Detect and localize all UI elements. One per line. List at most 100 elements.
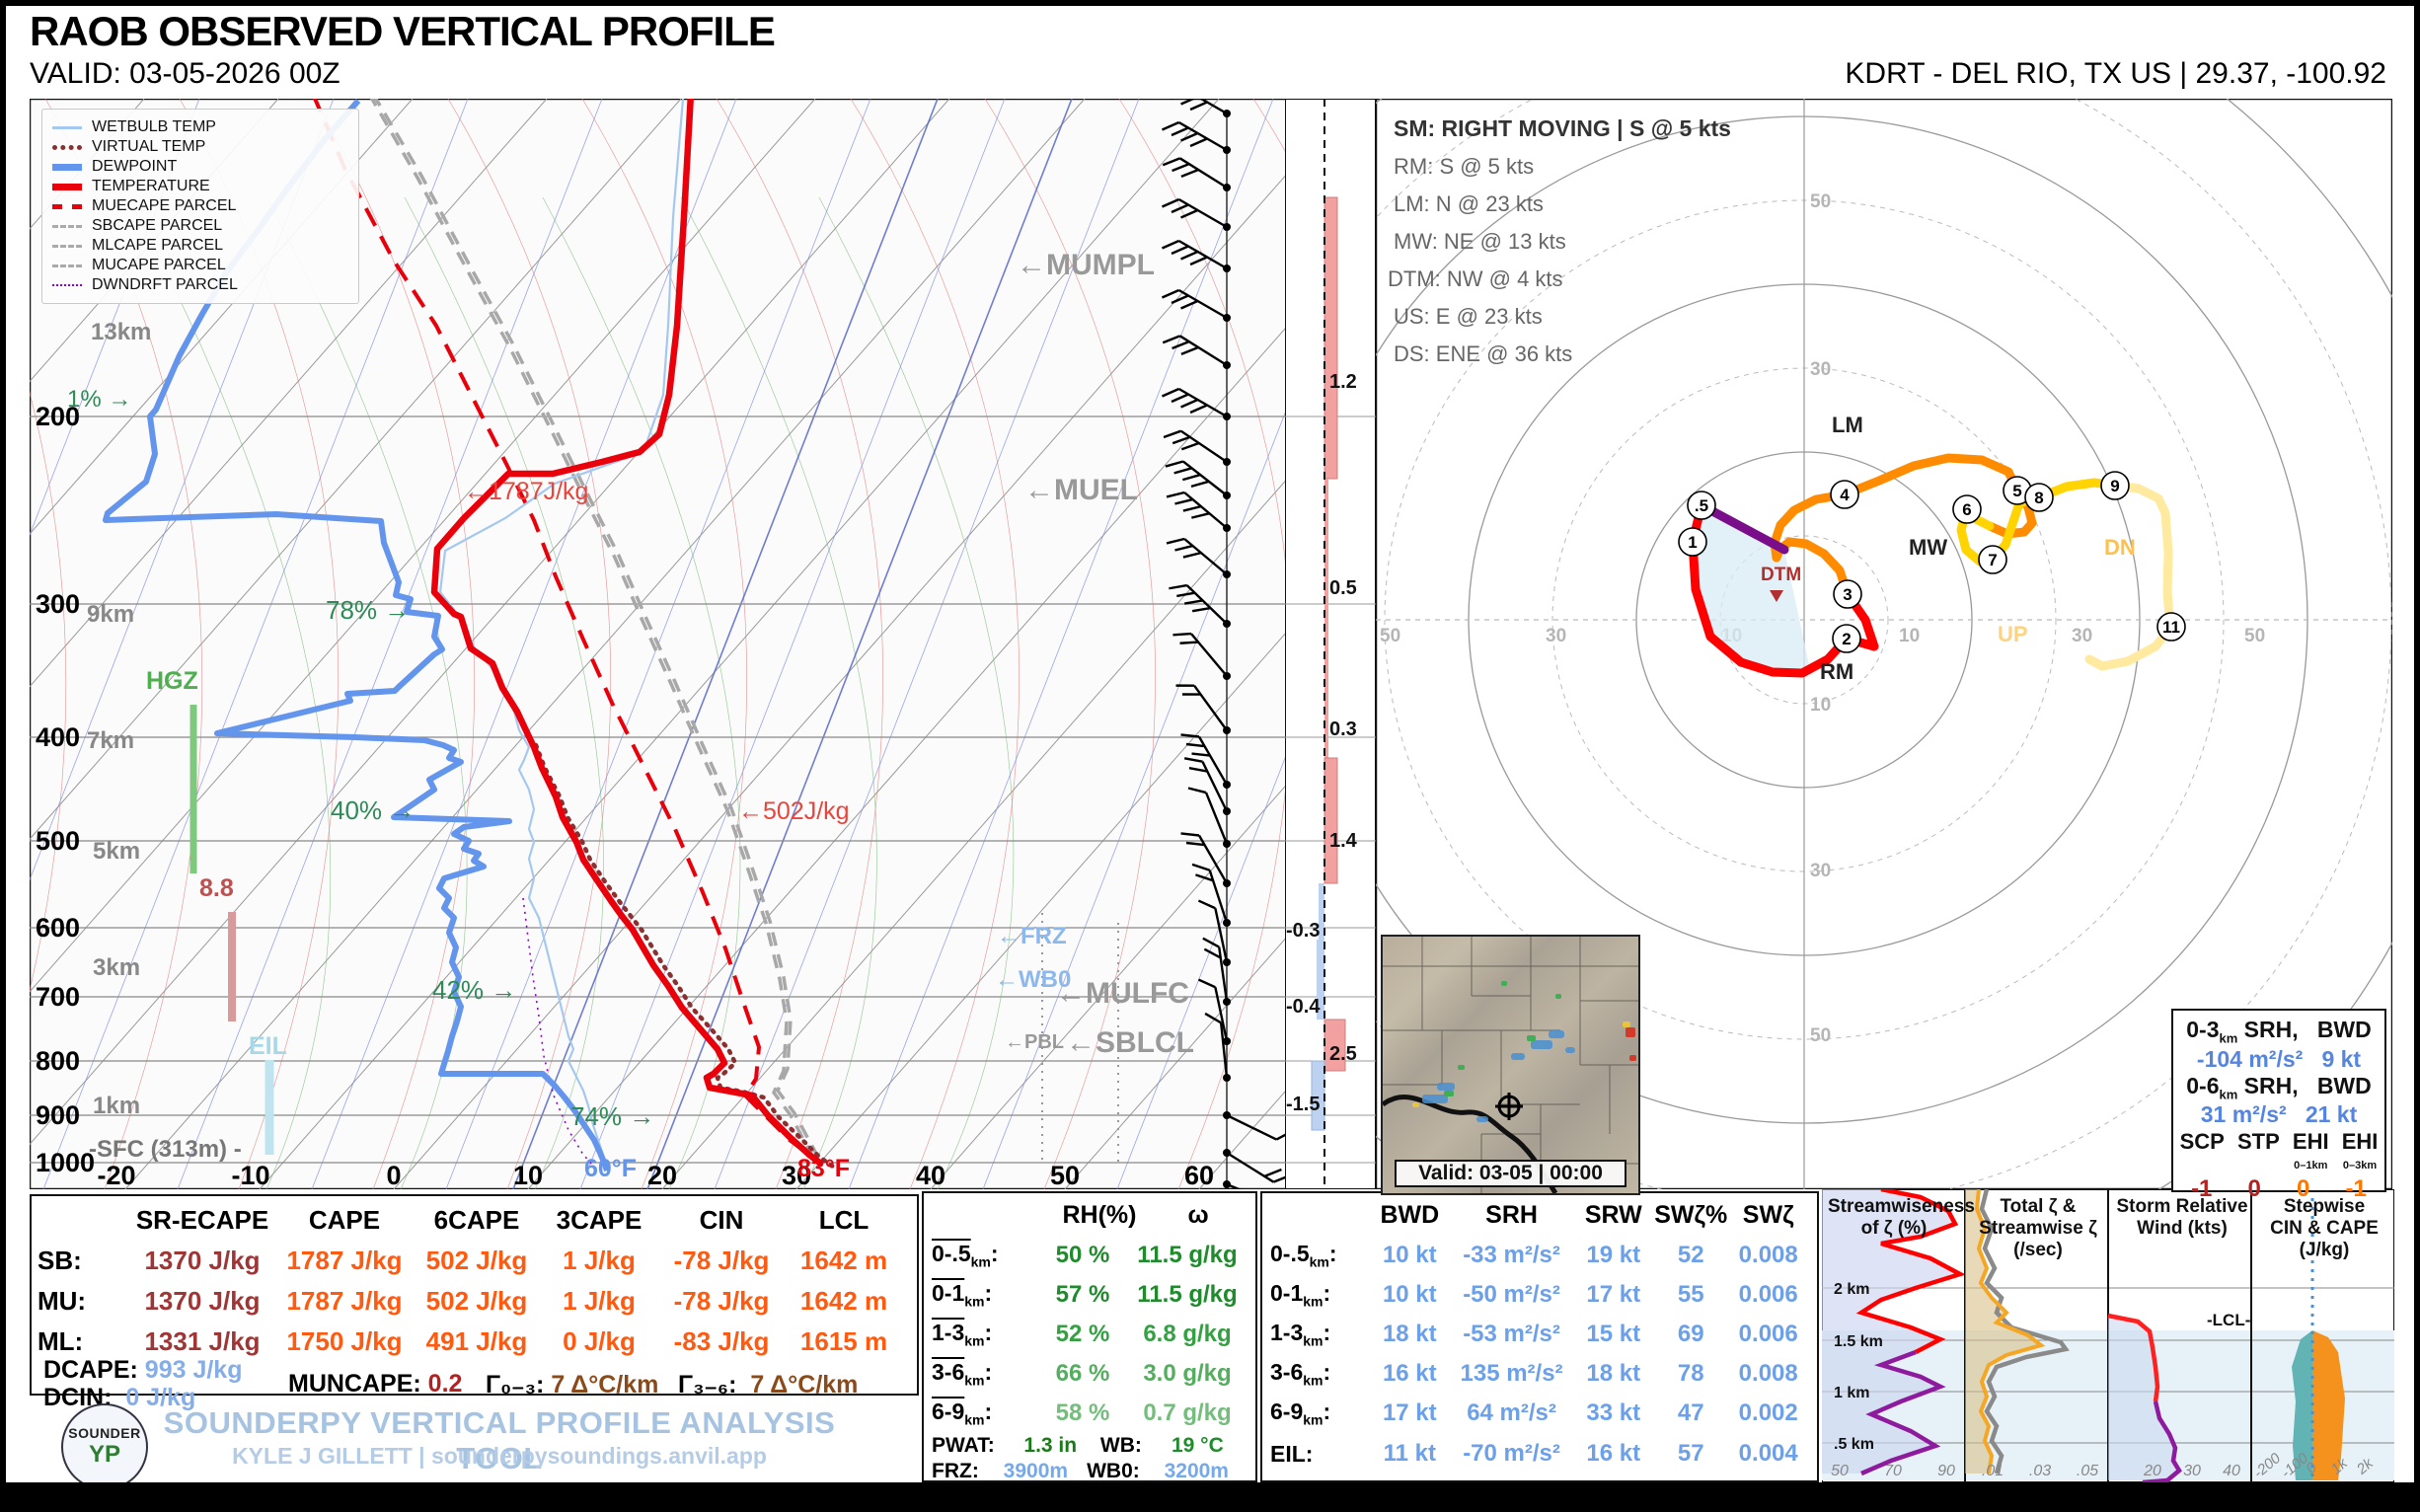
wb0-label: ←WB0 <box>995 966 1071 993</box>
station-id: KDRT - DEL RIO, TX US | 29.37, -100.92 <box>1845 57 2386 91</box>
svg-text:DTM: NW @ 4 kts: DTM: NW @ 4 kts <box>1388 266 1563 291</box>
pbl-label: ←PBL <box>1005 1031 1064 1053</box>
svg-text:5: 5 <box>2012 482 2021 500</box>
shear-table: BWD SRH SRW SWζ% SWζ 0-.5km: 10 kt -33 m… <box>1260 1191 1819 1482</box>
frz-label: ←FRZ <box>997 923 1067 949</box>
stp-value: 0 <box>2248 1175 2261 1203</box>
map-valid-label: Valid: 03-05 | 00:00 <box>1395 1160 1626 1187</box>
rh40-annotation: 40% → <box>331 795 415 825</box>
hgz-label: HGZ <box>146 667 198 695</box>
rh74-annotation: 74% → <box>570 1101 654 1131</box>
svg-text:0: 0 <box>386 1161 401 1189</box>
svg-text:DTM: DTM <box>1761 565 1801 585</box>
svg-text:.01: .01 <box>1982 1463 2004 1479</box>
svg-text:6: 6 <box>1962 500 1971 519</box>
muel-label: ←MUEL <box>1024 474 1138 506</box>
omega-strip: 1.2 0.5 0.3 1.4 -0.3 -0.4 2.5 -1.5 <box>1285 99 1376 1189</box>
svg-text:RM: RM <box>1820 659 1853 684</box>
svg-text:3: 3 <box>1843 585 1852 604</box>
svg-text:900: 900 <box>36 1100 80 1130</box>
svg-text:50: 50 <box>1831 1463 1849 1479</box>
sfc-temp-f: 83°F <box>797 1155 850 1182</box>
svg-text:50: 50 <box>1050 1161 1080 1189</box>
sounderpy-logo: SOUNDER YP <box>61 1403 148 1482</box>
svg-text:30: 30 <box>2183 1463 2201 1479</box>
svg-text:1000: 1000 <box>36 1148 95 1177</box>
svg-text:1 km: 1 km <box>1834 1385 1869 1401</box>
svg-text:10: 10 <box>1810 695 1831 716</box>
svg-text:SM: RIGHT MOVING | S @ 5 kts: SM: RIGHT MOVING | S @ 5 kts <box>1394 115 1731 141</box>
svg-text:50: 50 <box>1380 626 1400 646</box>
svg-text:30: 30 <box>1810 359 1831 380</box>
svg-text:300: 300 <box>36 589 80 619</box>
ehi3-header: EHI0–3km <box>2342 1132 2379 1175</box>
svg-text:DN: DN <box>2104 535 2136 560</box>
svg-text:500: 500 <box>36 826 80 856</box>
svg-text:90: 90 <box>1937 1463 1955 1479</box>
dwndrft-swatch <box>52 284 82 286</box>
thermo-table: SR-ECAPE CAPE 6CAPE 3CAPE CIN LCL SB: 13… <box>30 1194 919 1396</box>
svg-text:50: 50 <box>2244 626 2265 646</box>
svg-text:9km: 9km <box>87 601 134 628</box>
county-lines <box>1383 937 1638 1193</box>
mumpl-label: ←MUMPL <box>1017 249 1155 281</box>
svg-text:60: 60 <box>1184 1161 1214 1189</box>
station-crosshair <box>1495 1093 1523 1120</box>
scp-value: -1 <box>2191 1175 2212 1203</box>
svg-text:4: 4 <box>1840 486 1850 504</box>
svg-text:30: 30 <box>1546 626 1566 646</box>
sfc-label: -SFC (313m) - <box>89 1136 242 1163</box>
rh1-annotation: 1% → <box>67 386 131 413</box>
svg-text:10: 10 <box>513 1161 543 1189</box>
sbcape-swatch <box>52 225 82 228</box>
svg-text:3km: 3km <box>93 954 140 981</box>
svg-text:.05: .05 <box>2077 1463 2098 1479</box>
panel1-title: Streamwisenessof ζ (%) <box>1828 1196 1960 1240</box>
ehi1-value: 0 <box>2297 1175 2309 1203</box>
srh-bwd-box: 0-3km SRH, BWD -104 m²/s² 9 kt 0-6km SRH… <box>2171 1009 2386 1192</box>
svg-text:2.5: 2.5 <box>1329 1043 1357 1065</box>
svg-text:20: 20 <box>647 1161 677 1189</box>
dgz-lapse-label: 8.8 <box>199 874 234 902</box>
svg-text:1: 1 <box>1688 533 1697 552</box>
svg-text:.5 km: .5 km <box>1834 1436 1874 1453</box>
mulfc-label: ←MULFC <box>1056 977 1189 1010</box>
svg-text:30: 30 <box>2072 626 2092 646</box>
svg-text:-LCL-: -LCL- <box>2207 1311 2250 1329</box>
svg-text:MW: NE @ 13 kts: MW: NE @ 13 kts <box>1394 229 1566 254</box>
page-title: RAOB OBSERVED VERTICAL PROFILE <box>30 8 775 55</box>
svg-text:1.2: 1.2 <box>1329 371 1357 393</box>
radar-echoes <box>1412 981 1636 1122</box>
stp-header: STP <box>2237 1132 2280 1175</box>
eil-label: EIL <box>249 1032 287 1060</box>
svg-text:9: 9 <box>2110 477 2119 495</box>
svg-text:RM: S @ 5 kts: RM: S @ 5 kts <box>1394 154 1534 179</box>
mlcape-swatch <box>52 245 82 248</box>
svg-text:20: 20 <box>2143 1463 2161 1479</box>
svg-text:.03: .03 <box>2029 1463 2051 1479</box>
svg-text:0.3: 0.3 <box>1329 718 1357 740</box>
panel2-title: Total ζ &Streamwise ζ(/sec) <box>1972 1196 2104 1261</box>
svg-text:70: 70 <box>1884 1463 1902 1479</box>
ehi1-header: EHI0–1km <box>2293 1132 2329 1175</box>
svg-text:8: 8 <box>2034 489 2043 507</box>
svg-text:1.4: 1.4 <box>1329 830 1358 852</box>
sblcl-label: ←SBLCL <box>1066 1026 1194 1059</box>
svg-text:5km: 5km <box>93 838 140 865</box>
skewt-legend: WETBULB TEMP VIRTUAL TEMP DEWPOINT TEMPE… <box>41 109 359 304</box>
valid-time: VALID: 03-05-2026 00Z <box>30 57 340 91</box>
panel4-title: StepwiseCIN & CAPE(J/kg) <box>2258 1196 2390 1261</box>
radar-map-inset: Valid: 03-05 | 00:00 <box>1381 935 1640 1195</box>
temperature-swatch <box>52 184 82 190</box>
svg-text:600: 600 <box>36 913 80 943</box>
footer-credit: KYLE J GILLETT | sounderpysoundings.anvi… <box>154 1443 845 1470</box>
muecape-swatch <box>52 204 82 209</box>
mucape-value-label: ←1787J/kg <box>464 478 588 505</box>
ehi3-value: -1 <box>2346 1175 2367 1203</box>
svg-text:-1.5: -1.5 <box>1286 1094 1320 1115</box>
svg-text:-0.4: -0.4 <box>1286 996 1321 1018</box>
svg-text:400: 400 <box>36 722 80 752</box>
dewpoint-swatch <box>52 164 82 171</box>
svg-text:MW: MW <box>1909 535 1947 560</box>
figure-page: RAOB OBSERVED VERTICAL PROFILE VALID: 03… <box>6 6 2414 1482</box>
